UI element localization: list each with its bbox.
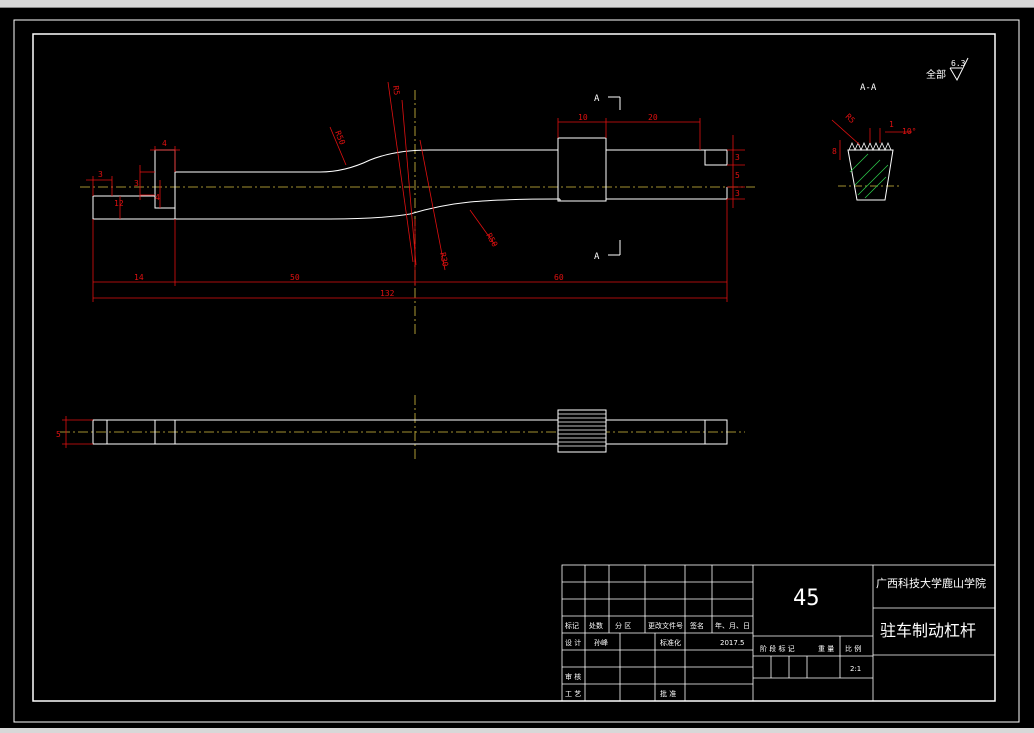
dim-5-right: 5 <box>735 171 740 180</box>
section-cut-marks <box>608 96 621 256</box>
cad-canvas[interactable]: A A 3 4 3 12 4 14 50 60 132 R50 R5 R50 R… <box>0 0 1034 733</box>
dim-3-side: 3 <box>134 179 139 188</box>
school-name: 广西科技大学鹿山学院 <box>876 576 986 590</box>
label-change-doc: 更改文件号 <box>648 621 683 630</box>
dim-14: 14 <box>134 273 144 282</box>
section-teeth <box>848 141 892 152</box>
section-view: A-A R5 1 10° 8 <box>831 83 916 201</box>
label-review: 审 核 <box>565 672 581 681</box>
dim-10: 10 <box>578 113 588 122</box>
section-dim-8: 8 <box>832 147 837 156</box>
dim-r5: R5 <box>391 85 401 96</box>
dim-20: 20 <box>648 113 658 122</box>
label-scale: 比 例 <box>845 644 861 653</box>
designer-name: 孙峰 <box>594 638 608 647</box>
roughness-symbol: 全部 6.3 <box>926 57 969 82</box>
material-text: 45 <box>793 586 820 611</box>
cut-label-bottom: A <box>594 252 600 262</box>
design-date: 2017.5 <box>720 639 745 647</box>
label-standard: 标准化 <box>660 638 681 647</box>
dim-4-side: 4 <box>155 193 160 202</box>
dim-r50-top: R50 <box>333 129 347 146</box>
section-dim-angle: 10° <box>902 127 916 136</box>
label-mark: 标记 <box>565 621 579 630</box>
roughness-value: 6.3 <box>951 59 966 68</box>
lever-outline <box>92 137 728 220</box>
dim-5-side: 5 <box>56 430 61 439</box>
front-view: A A 3 4 3 12 4 14 50 60 132 R50 R5 R50 R… <box>80 81 755 335</box>
dim-50: 50 <box>290 273 300 282</box>
section-dim-r: R5 <box>844 112 857 125</box>
part-name: 驻车制动杠杆 <box>880 621 976 640</box>
top-view: 5 <box>56 395 745 462</box>
section-label: A-A <box>860 83 877 93</box>
label-process: 工 艺 <box>565 690 581 698</box>
label-design: 设 计 <box>565 638 581 647</box>
drawing-sheet: A A 3 4 3 12 4 14 50 60 132 R50 R5 R50 R… <box>13 19 1020 723</box>
label-sign: 签名 <box>690 621 704 630</box>
dim-60: 60 <box>554 273 564 282</box>
label-approve: 批 准 <box>660 689 676 698</box>
dim-3-right-2: 3 <box>735 189 740 198</box>
window-bottom-bar <box>0 728 1034 733</box>
dim-3-right-1: 3 <box>735 153 740 162</box>
dim-r30: R30 <box>438 252 450 268</box>
section-dim-1: 1 <box>889 120 894 129</box>
dim-r50-bottom: R50 <box>484 232 499 249</box>
label-date: 年、月、日 <box>715 621 750 630</box>
label-stage: 阶 段 标 记 <box>760 644 795 653</box>
outer-border <box>13 19 1020 723</box>
scale-value: 2:1 <box>850 665 861 673</box>
dimension-lines <box>86 81 745 302</box>
label-zone: 分 区 <box>615 621 631 630</box>
dim-12: 12 <box>114 199 124 208</box>
label-count: 处数 <box>589 621 603 630</box>
dim-4-top: 4 <box>162 139 167 148</box>
cut-label-top: A <box>594 94 600 104</box>
roughness-prefix: 全部 <box>926 68 946 81</box>
dim-132: 132 <box>380 289 395 298</box>
inner-border <box>32 33 996 702</box>
label-weight: 重 量 <box>818 645 834 653</box>
dim-3-left: 3 <box>98 170 103 179</box>
